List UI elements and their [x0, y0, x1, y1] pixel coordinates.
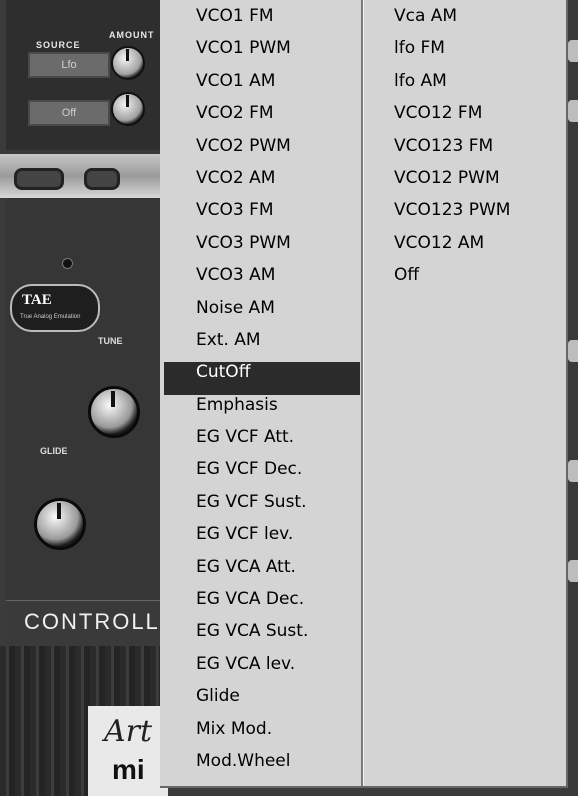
amount-knob-1[interactable]	[111, 46, 145, 80]
menu-item[interactable]: EG VCA lev.	[164, 654, 360, 686]
source-label: SOURCE	[36, 40, 81, 50]
menu-column-1: VCO1 FM VCO1 PWM VCO1 AM VCO2 FM VCO2 PWM VCO…	[164, 6, 360, 783]
menu-item[interactable]: Emphasis	[164, 395, 360, 427]
menu-column-2: Vca AM lfo FM lfo AM VCO12 FM VCO123 FM VCO12…	[364, 6, 564, 298]
glide-label: GLIDE	[40, 446, 68, 456]
menu-item[interactable]: EG VCF Sust.	[164, 492, 360, 524]
menu-item[interactable]: lfo AM	[364, 71, 564, 103]
menu-item[interactable]: VCO2 PWM	[164, 136, 360, 168]
tae-logo-subtitle: True Analog Emulation	[20, 314, 81, 320]
menu-item[interactable]: VCO1 PWM	[164, 38, 360, 70]
menu-item[interactable]: Noise AM	[164, 298, 360, 330]
menu-item[interactable]: EG VCA Att.	[164, 557, 360, 589]
menu-item[interactable]: VCO1 AM	[164, 71, 360, 103]
screw-icon	[62, 258, 73, 269]
menu-item[interactable]: VCO3 FM	[164, 200, 360, 232]
tae-logo: TAE True Analog Emulation	[10, 284, 100, 332]
menu-item[interactable]: Vca AM	[364, 6, 564, 38]
amount-knob-2[interactable]	[111, 92, 145, 126]
menu-item[interactable]: Mix Mod.	[164, 719, 360, 751]
right-knob[interactable]	[568, 340, 578, 362]
jack-socket[interactable]	[84, 168, 120, 190]
menu-item[interactable]: EG VCF Att.	[164, 427, 360, 459]
tune-label: TUNE	[98, 336, 123, 346]
menu-item[interactable]: EG VCA Dec.	[164, 589, 360, 621]
right-knob[interactable]	[568, 460, 578, 482]
menu-item[interactable]: Glide	[164, 686, 360, 718]
minimoog-logo: Art mi	[88, 706, 168, 796]
modulation-destination-menu: VCO1 FM VCO1 PWM VCO1 AM VCO2 FM VCO2 PWM VCO…	[160, 0, 568, 788]
right-knob[interactable]	[568, 40, 578, 62]
tune-knob[interactable]	[88, 386, 140, 438]
menu-item[interactable]: Mod.Wheel	[164, 751, 360, 783]
logo-script-text: Art	[104, 714, 153, 749]
right-knob[interactable]	[568, 560, 578, 582]
menu-item[interactable]: Off	[364, 265, 564, 297]
menu-item[interactable]: VCO12 PWM	[364, 168, 564, 200]
tae-logo-text: TAE	[22, 292, 52, 308]
source-selector-2[interactable]: Off	[28, 100, 110, 126]
menu-item[interactable]: EG VCF lev.	[164, 524, 360, 556]
menu-item[interactable]: VCO123 PWM	[364, 200, 564, 232]
source-selector-1[interactable]: Lfo	[28, 52, 110, 78]
menu-item[interactable]: VCO3 PWM	[164, 233, 360, 265]
menu-item[interactable]: lfo FM	[364, 38, 564, 70]
menu-item[interactable]: VCO2 FM	[164, 103, 360, 135]
jack-socket[interactable]	[14, 168, 64, 190]
menu-item[interactable]: VCO3 AM	[164, 265, 360, 297]
modulation-panel: SOURCE AMOUNT Lfo Off	[6, 0, 161, 150]
menu-item[interactable]: EG VCA Sust.	[164, 621, 360, 653]
controllers-title: CONTROLL	[6, 600, 160, 646]
menu-item[interactable]: CutOff	[164, 362, 360, 395]
menu-item[interactable]: EG VCF Dec.	[164, 459, 360, 491]
logo-text: mi	[112, 754, 145, 785]
menu-item[interactable]: VCO12 AM	[364, 233, 564, 265]
menu-item[interactable]: VCO123 FM	[364, 136, 564, 168]
menu-item[interactable]: VCO12 FM	[364, 103, 564, 135]
glide-knob[interactable]	[34, 498, 86, 550]
menu-item[interactable]: VCO2 AM	[164, 168, 360, 200]
right-knob[interactable]	[568, 100, 578, 122]
amount-label: AMOUNT	[109, 30, 155, 40]
menu-item[interactable]: Ext. AM	[164, 330, 360, 362]
menu-item[interactable]: VCO1 FM	[164, 6, 360, 38]
